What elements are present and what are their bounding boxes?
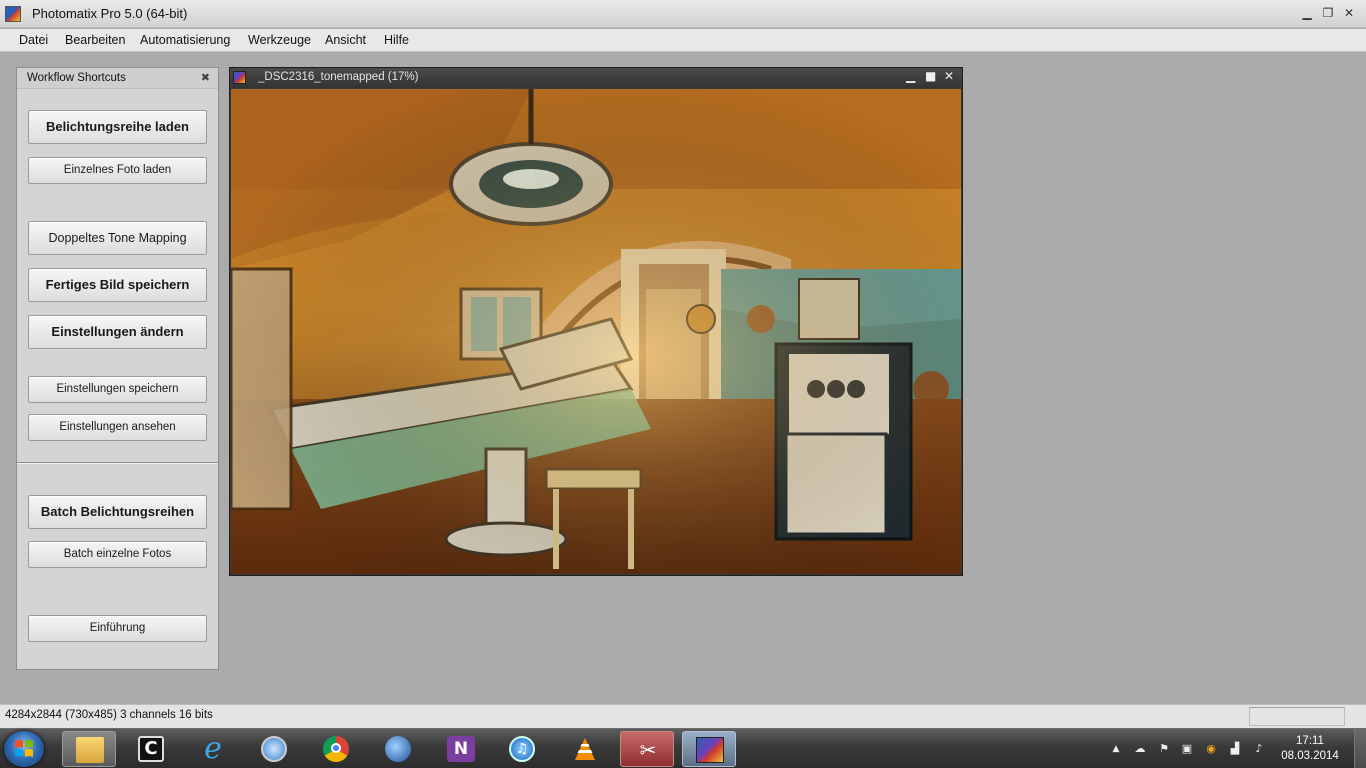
taskbar-chrome[interactable]: [310, 731, 364, 767]
taskbar: C e N ♫ ✂ ▲ ☁ ⚑ ▣ ◉ ▟ ♪ 17:11 08.03.2014: [0, 728, 1366, 768]
status-bar: 4284x2844 (730x485) 3 channels 16 bits: [0, 704, 1366, 728]
taskbar-onenote[interactable]: N: [434, 731, 488, 767]
view-settings-button[interactable]: Einstellungen ansehen: [28, 414, 207, 441]
clock-time: 17:11: [1296, 735, 1324, 747]
workflow-shortcuts-panel: Workflow Shortcuts ✖ Belichtungsreihe la…: [16, 67, 219, 670]
taskbar-snipping-tool[interactable]: ✂: [620, 731, 674, 767]
taskbar-internet-explorer[interactable]: e: [186, 731, 240, 767]
menu-bearbeiten[interactable]: Bearbeiten: [65, 33, 125, 47]
batch-single-button[interactable]: Batch einzelne Fotos: [28, 541, 207, 568]
taskbar-itunes[interactable]: ♫: [496, 731, 550, 767]
image-window-titlebar[interactable]: _DSC2316_tonemapped (17%) ▁ ■ ✕: [230, 68, 962, 88]
internet-explorer-icon: e: [204, 731, 222, 766]
taskbar-app-c[interactable]: C: [124, 731, 178, 767]
menu-bar: Datei Bearbeiten Automatisierung Werkzeu…: [0, 29, 1366, 52]
menu-hilfe[interactable]: Hilfe: [384, 33, 409, 47]
image-minimize-icon[interactable]: ▁: [906, 69, 915, 83]
show-hidden-icons-icon[interactable]: ▲: [1109, 742, 1123, 756]
photomatix-taskbar-icon: [696, 737, 724, 763]
image-maximize-icon[interactable]: ■: [925, 69, 936, 83]
restore-icon[interactable]: ❐: [1320, 5, 1336, 21]
image-window-title: _DSC2316_tonemapped (17%): [258, 71, 419, 83]
cloud-tray-icon[interactable]: ☁: [1133, 742, 1147, 756]
volume-icon[interactable]: ♪: [1252, 742, 1266, 756]
taskbar-explorer[interactable]: [62, 731, 116, 767]
chrome-icon: [323, 736, 349, 762]
menu-ansicht[interactable]: Ansicht: [325, 33, 366, 47]
taskbar-vlc[interactable]: [558, 731, 612, 767]
close-icon[interactable]: ✕: [1341, 5, 1357, 21]
windows-logo-icon: [15, 740, 33, 757]
load-single-button[interactable]: Einzelnes Foto laden: [28, 157, 207, 184]
status-text: 4284x2844 (730x485) 3 channels 16 bits: [5, 709, 213, 721]
menu-datei[interactable]: Datei: [19, 33, 48, 47]
thunderbird-icon: [385, 736, 411, 762]
change-settings-button[interactable]: Einstellungen ändern: [28, 315, 207, 349]
menu-werkzeuge[interactable]: Werkzeuge: [248, 33, 311, 47]
status-panel: [1249, 707, 1345, 726]
device-tray-icon[interactable]: ▣: [1180, 742, 1194, 756]
clock[interactable]: 17:11 08.03.2014: [1280, 734, 1340, 764]
hdr-photo-illustration: [231, 89, 961, 574]
panel-close-icon[interactable]: ✖: [201, 71, 210, 84]
taskbar-safari[interactable]: [248, 731, 302, 767]
folder-icon: [76, 737, 104, 763]
image-close-icon[interactable]: ✕: [944, 69, 954, 83]
show-desktop-button[interactable]: [1354, 729, 1366, 768]
taskbar-photomatix[interactable]: [682, 731, 736, 767]
image-window[interactable]: _DSC2316_tonemapped (17%) ▁ ■ ✕: [229, 67, 963, 576]
network-signal-icon[interactable]: ▟: [1228, 742, 1242, 756]
load-bracketed-button[interactable]: Belichtungsreihe laden: [28, 110, 207, 144]
photomatix-app-icon[interactable]: [5, 6, 21, 22]
batch-bracketed-button[interactable]: Batch Belichtungsreihen: [28, 495, 207, 529]
double-tonemap-button[interactable]: Doppeltes Tone Mapping: [28, 221, 207, 255]
title-bar: Photomatix Pro 5.0 (64-bit) ▁ ❐ ✕: [0, 0, 1366, 28]
tonemapped-photo[interactable]: [231, 89, 961, 574]
onenote-icon: N: [447, 736, 475, 762]
start-button[interactable]: [4, 731, 44, 767]
intro-button[interactable]: Einführung: [28, 615, 207, 642]
save-final-button[interactable]: Fertiges Bild speichern: [28, 268, 207, 302]
clock-date: 08.03.2014: [1281, 750, 1339, 762]
panel-header: Workflow Shortcuts ✖: [17, 68, 218, 89]
taskbar-thunderbird[interactable]: [372, 731, 426, 767]
menu-automatisierung[interactable]: Automatisierung: [140, 33, 230, 47]
panel-title: Workflow Shortcuts: [27, 72, 126, 84]
itunes-icon: ♫: [509, 736, 535, 762]
minimize-icon[interactable]: ▁: [1299, 5, 1315, 21]
app-c-icon: C: [138, 736, 164, 762]
image-window-icon: [233, 71, 246, 84]
avast-tray-icon[interactable]: ◉: [1204, 742, 1218, 756]
safari-compass-icon: [261, 736, 287, 762]
save-settings-button[interactable]: Einstellungen speichern: [28, 376, 207, 403]
panel-divider: [17, 462, 218, 464]
window-title: Photomatix Pro 5.0 (64-bit): [32, 6, 188, 21]
vlc-cone-icon: [575, 738, 595, 760]
scissors-icon: ✂: [639, 738, 657, 762]
action-center-icon[interactable]: ⚑: [1157, 742, 1171, 756]
